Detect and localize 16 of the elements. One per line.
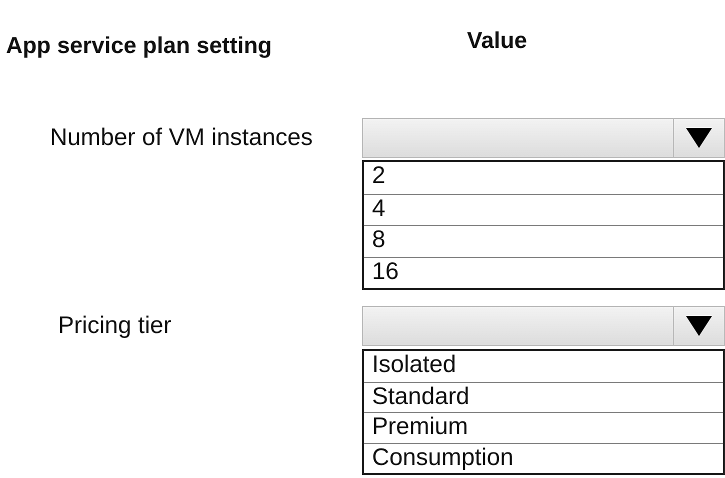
- dropdown-option[interactable]: Isolated: [364, 351, 723, 382]
- dropdown-option[interactable]: Premium: [364, 412, 723, 442]
- dropdown[interactable]: [362, 306, 725, 346]
- setting-label: Number of VM instances: [50, 124, 313, 152]
- column-heading: App service plan setting: [6, 32, 272, 59]
- caret-icon: [686, 316, 712, 336]
- dropdown-option[interactable]: 8: [364, 225, 723, 256]
- setting-label: Pricing tier: [58, 312, 172, 340]
- dropdown-option[interactable]: 4: [364, 194, 723, 225]
- dropdown-option[interactable]: Standard: [364, 382, 723, 412]
- dropdown[interactable]: [362, 118, 725, 158]
- dropdown-option[interactable]: 16: [364, 256, 723, 288]
- dropdown-option[interactable]: Consumption: [364, 442, 723, 473]
- column-heading: Value: [467, 27, 528, 54]
- caret-icon: [686, 128, 712, 148]
- dropdown-option[interactable]: 2: [364, 162, 723, 194]
